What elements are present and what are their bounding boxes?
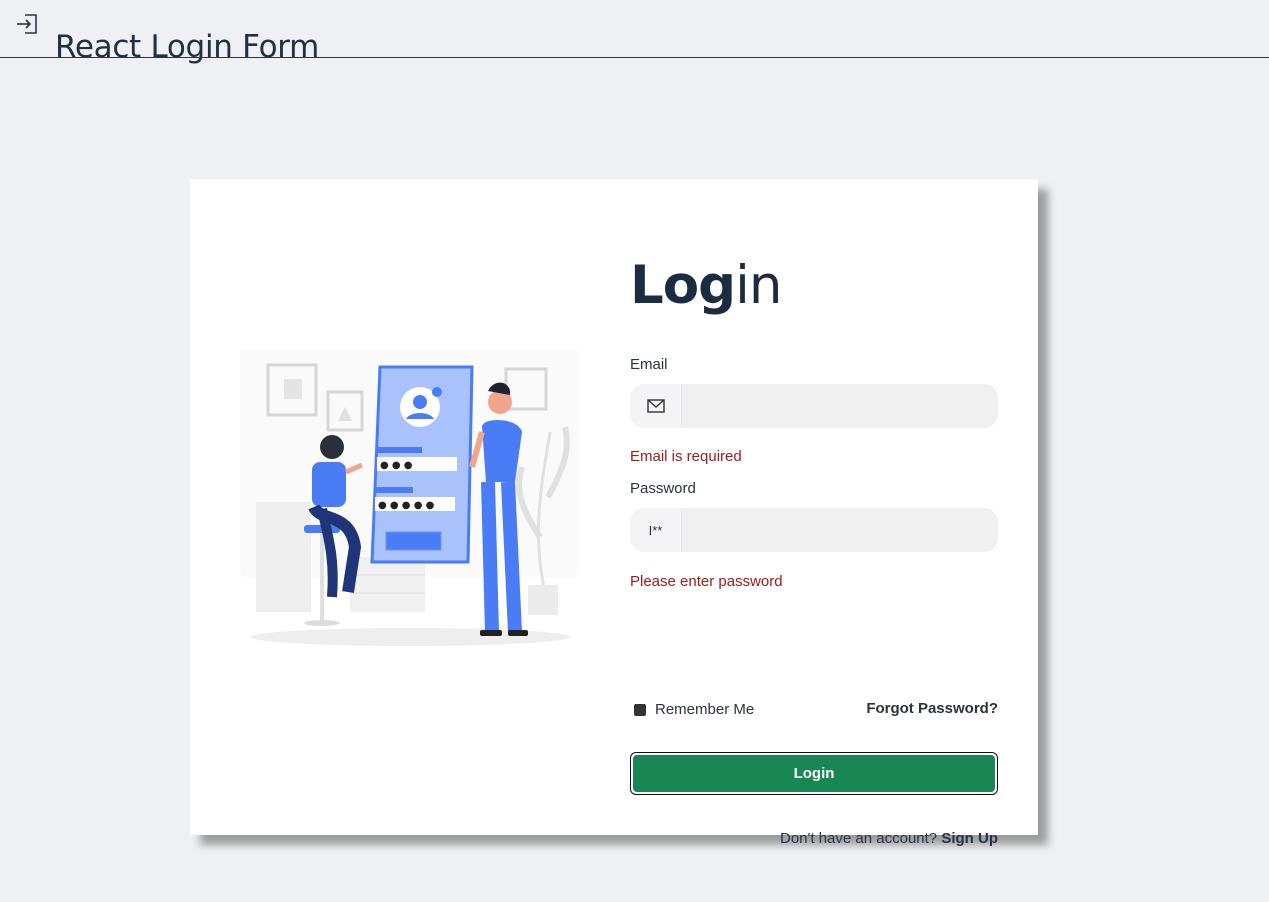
email-error: Email is required (630, 448, 742, 465)
password-error: Please enter password (630, 573, 783, 590)
email-field (630, 384, 998, 428)
password-asterisk-icon: I** (630, 508, 682, 552)
password-label: Password (630, 480, 696, 497)
login-card: ● ● ● ● ● ● ● ● Login Email Email is req… (190, 179, 1038, 847)
forgot-password-link[interactable]: Forgot Password? (866, 700, 998, 717)
remember-me[interactable]: Remember Me (634, 701, 754, 718)
password-input[interactable] (682, 508, 998, 552)
envelope-icon (630, 384, 682, 428)
login-button[interactable]: Login (630, 752, 998, 795)
remember-me-checkbox[interactable] (634, 703, 646, 716)
svg-text:● ● ● ● ●: ● ● ● ● ● (378, 500, 435, 511)
password-field: I** (630, 508, 998, 552)
login-enter-icon (17, 14, 37, 34)
signup-line: Don't have an account? Sign Up (780, 830, 998, 847)
top-bar: React Login Form (0, 0, 1269, 65)
signup-prompt: Don't have an account? (780, 830, 938, 847)
app-title: React Login Form (55, 28, 320, 65)
login-illustration: ● ● ● ● ● ● ● ● (240, 349, 580, 646)
email-label: Email (630, 356, 668, 373)
heading-light: in (735, 255, 782, 316)
heading-bold: Log (630, 255, 736, 316)
login-heading: Login (630, 259, 998, 321)
login-form: Login Email Email is required Password I… (630, 259, 998, 847)
sign-up-link[interactable]: Sign Up (941, 830, 998, 847)
email-input[interactable] (682, 384, 998, 428)
login-button-label: Login (633, 755, 995, 792)
remember-me-label: Remember Me (655, 701, 755, 718)
svg-text:● ● ●: ● ● ● (380, 460, 413, 471)
